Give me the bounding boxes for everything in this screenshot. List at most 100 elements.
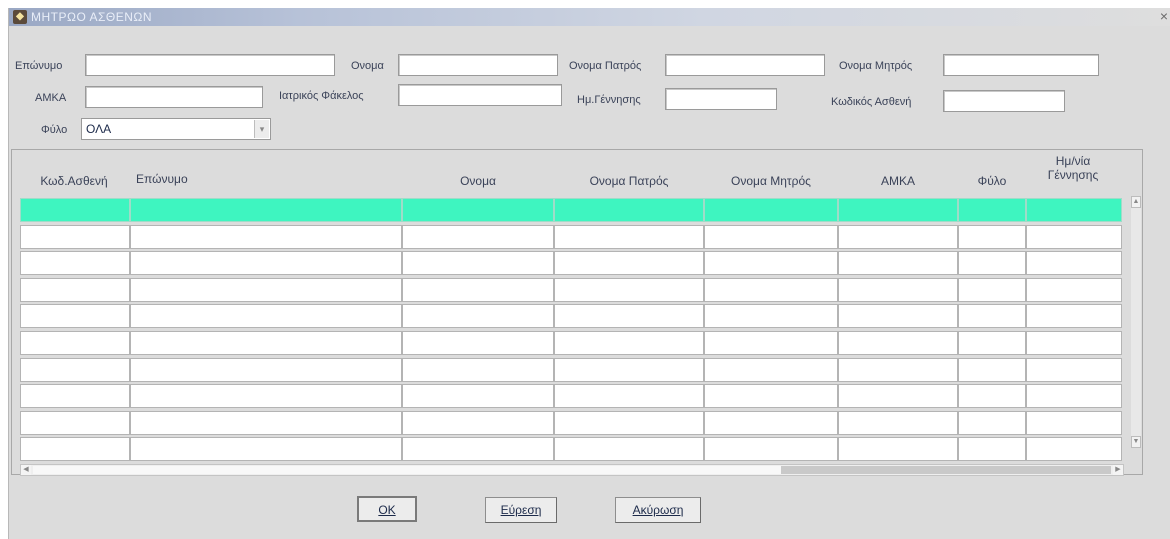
table-cell[interactable]	[704, 357, 838, 382]
table-cell[interactable]	[554, 304, 704, 329]
table-cell[interactable]	[704, 198, 838, 222]
table-cell[interactable]	[554, 384, 704, 409]
table-cell[interactable]	[838, 304, 958, 329]
table-cell[interactable]	[554, 357, 704, 382]
vertical-scrollbar[interactable]: ▲ ▼	[1131, 196, 1141, 448]
table-cell[interactable]	[554, 437, 704, 462]
amka-field[interactable]	[85, 86, 263, 108]
table-cell[interactable]	[1026, 384, 1122, 409]
table-cell[interactable]	[130, 437, 402, 462]
scroll-right-icon[interactable]: ▶	[1113, 465, 1123, 475]
table-cell[interactable]	[554, 277, 704, 302]
column-header-birth-date[interactable]: Ημ/νία Γέννησης	[1026, 150, 1120, 196]
table-cell[interactable]	[704, 251, 838, 276]
table-cell[interactable]	[704, 277, 838, 302]
table-cell[interactable]	[704, 437, 838, 462]
find-button[interactable]: Εύρεση	[485, 497, 557, 523]
table-cell[interactable]	[958, 277, 1026, 302]
table-cell[interactable]	[130, 384, 402, 409]
table-cell[interactable]	[958, 437, 1026, 462]
table-cell[interactable]	[130, 251, 402, 276]
table-cell[interactable]	[838, 437, 958, 462]
table-cell[interactable]	[704, 304, 838, 329]
table-cell[interactable]	[1026, 357, 1122, 382]
table-cell[interactable]	[958, 410, 1026, 435]
table-cell[interactable]	[1026, 410, 1122, 435]
table-cell[interactable]	[402, 251, 554, 276]
table-cell[interactable]	[704, 410, 838, 435]
column-header-patient-code[interactable]: Κωδ.Ασθενή	[20, 150, 128, 196]
table-cell[interactable]	[130, 410, 402, 435]
table-cell[interactable]	[1026, 277, 1122, 302]
table-cell[interactable]	[20, 384, 130, 409]
table-cell[interactable]	[1026, 437, 1122, 462]
table-cell[interactable]	[838, 410, 958, 435]
birth-date-field[interactable]	[665, 88, 777, 110]
table-cell[interactable]	[402, 357, 554, 382]
table-cell[interactable]	[958, 384, 1026, 409]
table-cell[interactable]	[20, 198, 130, 222]
table-cell[interactable]	[20, 357, 130, 382]
table-cell[interactable]	[20, 410, 130, 435]
table-cell[interactable]	[402, 384, 554, 409]
table-cell[interactable]	[130, 304, 402, 329]
table-cell[interactable]	[958, 304, 1026, 329]
table-cell[interactable]	[554, 251, 704, 276]
column-header-mother-name[interactable]: Ονομα Μητρός	[704, 150, 838, 196]
table-cell[interactable]	[838, 198, 958, 222]
sex-select[interactable]: ΟΛΑ ▾	[81, 118, 271, 140]
table-cell[interactable]	[402, 437, 554, 462]
scroll-up-icon[interactable]: ▲	[1131, 196, 1141, 208]
chevron-down-icon[interactable]: ▾	[254, 120, 269, 138]
table-cell[interactable]	[838, 277, 958, 302]
table-cell[interactable]	[1026, 224, 1122, 249]
table-cell[interactable]	[402, 410, 554, 435]
table-cell[interactable]	[704, 331, 838, 355]
horizontal-scroll-thumb[interactable]	[33, 466, 781, 474]
table-cell[interactable]	[130, 357, 402, 382]
table-cell[interactable]	[958, 331, 1026, 355]
table-cell[interactable]	[1026, 304, 1122, 329]
column-header-sex[interactable]: Φύλο	[958, 150, 1026, 196]
table-cell[interactable]	[554, 224, 704, 249]
table-cell[interactable]	[554, 198, 704, 222]
ok-button[interactable]: OK	[357, 496, 417, 522]
table-cell[interactable]	[554, 331, 704, 355]
column-header-surname[interactable]: Επώνυμο	[130, 150, 230, 196]
column-header-amka[interactable]: ΑΜΚΑ	[838, 150, 958, 196]
table-cell[interactable]	[402, 277, 554, 302]
scroll-down-icon[interactable]: ▼	[1131, 436, 1141, 448]
table-cell[interactable]	[838, 251, 958, 276]
patient-code-field[interactable]	[943, 90, 1065, 112]
column-header-father-name[interactable]: Ονομα Πατρός	[554, 150, 704, 196]
table-cell[interactable]	[1026, 251, 1122, 276]
father-name-field[interactable]	[665, 54, 825, 76]
close-icon[interactable]: ×	[1157, 8, 1170, 24]
table-cell[interactable]	[958, 251, 1026, 276]
table-cell[interactable]	[402, 331, 554, 355]
mother-name-field[interactable]	[943, 54, 1099, 76]
table-cell[interactable]	[958, 357, 1026, 382]
table-cell[interactable]	[20, 437, 130, 462]
table-cell[interactable]	[402, 304, 554, 329]
surname-field[interactable]	[85, 54, 335, 76]
table-cell[interactable]	[20, 251, 130, 276]
table-cell[interactable]	[402, 198, 554, 222]
name-field[interactable]	[398, 54, 558, 76]
table-cell[interactable]	[704, 224, 838, 249]
horizontal-scroll-track[interactable]	[781, 466, 1111, 474]
table-cell[interactable]	[20, 224, 130, 249]
table-cell[interactable]	[838, 384, 958, 409]
horizontal-scrollbar[interactable]: ◀ ▶	[20, 464, 1124, 476]
table-cell[interactable]	[838, 224, 958, 249]
table-cell[interactable]	[838, 357, 958, 382]
table-cell[interactable]	[130, 331, 402, 355]
table-cell[interactable]	[1026, 331, 1122, 355]
table-cell[interactable]	[1026, 198, 1122, 222]
table-cell[interactable]	[958, 198, 1026, 222]
cancel-button[interactable]: Ακύρωση	[615, 497, 701, 523]
table-cell[interactable]	[130, 277, 402, 302]
table-cell[interactable]	[402, 224, 554, 249]
table-cell[interactable]	[130, 224, 402, 249]
table-cell[interactable]	[554, 410, 704, 435]
